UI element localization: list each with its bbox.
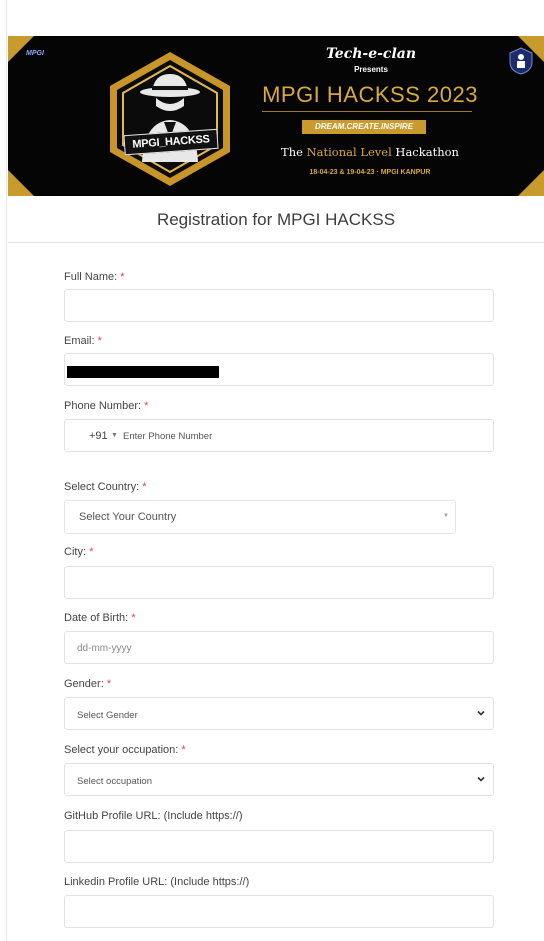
label-text: Select your occupation:	[64, 744, 182, 756]
event-tagline: DREAM.CREATE.INSPIRE	[302, 120, 426, 134]
tech-e-clan-logo-icon	[509, 47, 533, 75]
label-text: Email:	[64, 335, 98, 347]
divider	[262, 111, 472, 112]
subtitle-prefix: The	[281, 145, 307, 159]
mpgi-logo: MPGI	[26, 50, 44, 57]
organizer-name: Tech-e-clan	[325, 46, 417, 62]
country-select[interactable]: Select Your Country ▼	[64, 500, 456, 534]
label-text: Select Country:	[64, 481, 143, 493]
subtitle-suffix: Hackathon	[391, 145, 459, 159]
city-label: City: *	[64, 546, 93, 558]
country-label: Select Country: *	[64, 481, 147, 493]
dob-label: Date of Birth: *	[64, 612, 136, 624]
github-label: GitHub Profile URL: (Include https://)	[64, 810, 243, 822]
required-marker: *	[106, 678, 112, 690]
subtitle-highlight: National Level	[306, 145, 392, 159]
occupation-select[interactable]: Select occupation	[64, 763, 494, 796]
page-edge	[6, 0, 7, 941]
gender-selected-value: Select Gender	[77, 710, 138, 721]
hackss-emblem: MPGI_HACKSS	[106, 50, 234, 188]
full-name-input[interactable]	[64, 289, 494, 322]
required-marker: *	[89, 546, 94, 558]
caret-down-icon: ▼	[443, 513, 449, 519]
country-code-selector[interactable]: +91	[89, 430, 108, 442]
gender-select[interactable]: Select Gender	[64, 697, 494, 730]
occupation-selected-value: Select occupation	[77, 776, 152, 787]
label-text: Date of Birth:	[64, 612, 132, 624]
email-input[interactable]	[64, 353, 494, 386]
form-header: Registration for MPGI HACKSS	[8, 196, 544, 243]
gender-label: Gender: *	[64, 678, 111, 690]
country-selected-value: Select Your Country	[79, 511, 177, 523]
presents-text: Presents	[354, 65, 388, 74]
label-text: Phone Number:	[64, 400, 145, 412]
redacted-email-value	[67, 366, 219, 378]
linkedin-url-input[interactable]	[64, 895, 494, 928]
emblem-hexagon-icon	[110, 52, 230, 186]
event-title: MPGI HACKSS 2023	[262, 82, 478, 107]
required-marker: *	[131, 612, 136, 624]
full-name-label: Full Name: *	[64, 271, 125, 283]
github-url-input[interactable]	[64, 830, 494, 863]
required-marker: *	[144, 400, 149, 412]
email-label: Email: *	[64, 335, 102, 347]
corner-decoration	[8, 170, 34, 196]
chevron-down-icon	[477, 776, 485, 782]
chevron-down-icon	[477, 710, 485, 716]
dob-input[interactable]: dd-mm-yyyy	[64, 631, 494, 664]
caret-down-icon[interactable]: ▼	[111, 432, 118, 439]
event-banner: MPGI MPGI_HACKSS Tech-e-clan Presents MP…	[8, 36, 544, 196]
required-marker: *	[97, 335, 102, 347]
city-input[interactable]	[64, 566, 494, 599]
label-text: Gender:	[64, 678, 107, 690]
occupation-label: Select your occupation: *	[64, 744, 186, 756]
required-marker: *	[120, 271, 125, 283]
corner-decoration	[518, 170, 544, 196]
dob-placeholder: dd-mm-yyyy	[77, 643, 132, 654]
label-text: City:	[64, 546, 90, 558]
phone-input[interactable]: +91 ▼ Enter Phone Number	[64, 419, 494, 452]
required-marker: *	[181, 744, 186, 756]
label-text: Full Name:	[64, 271, 121, 283]
event-dates: 18-04-23 & 19-04-23 · MPGI KANPUR	[309, 169, 431, 176]
page-title: Registration for MPGI HACKSS	[156, 210, 396, 229]
event-subtitle: The National Level Hackathon	[256, 145, 484, 159]
required-marker: *	[142, 481, 147, 493]
phone-label: Phone Number: *	[64, 400, 148, 412]
phone-placeholder: Enter Phone Number	[123, 431, 213, 442]
linkedin-label: Linkedin Profile URL: (Include https://)	[64, 876, 250, 888]
